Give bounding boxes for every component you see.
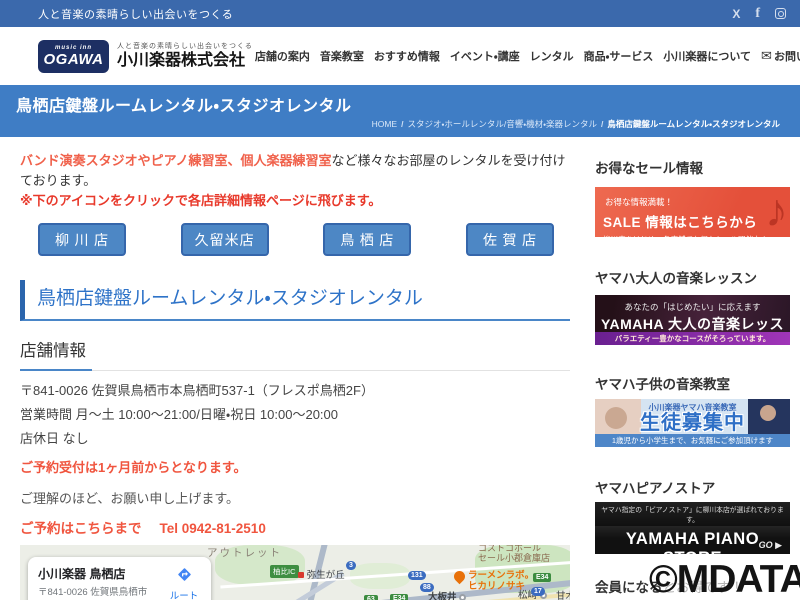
- page-title-bar: 鳥栖店鍵盤ルームレンタル・スタジオレンタル HOME スタジオ・ホールレンタル/…: [0, 85, 800, 137]
- store-address: 〒841-0026 佐賀県鳥栖市本鳥栖町537-1（フレスポ鳥栖2F）: [20, 383, 374, 398]
- tel-label: ご予約はこちらまで: [20, 521, 142, 536]
- route-shield-131: 131: [408, 571, 426, 580]
- map-label-oitai: 大板井: [428, 592, 467, 600]
- nav-rental[interactable]: レンタル: [528, 46, 576, 66]
- sidebar: お得なセール情報 ♪ お得な情報満載！ SALE 情報はこちらから 柳川店をはじ…: [595, 151, 790, 600]
- nav-events[interactable]: イベント・講座: [448, 46, 522, 66]
- x-twitter-icon[interactable]: X: [732, 8, 740, 20]
- kurume-store-button[interactable]: 久留米店: [180, 223, 269, 256]
- topbar: 人と音楽の素晴らしい出会いをつくる X f: [0, 0, 800, 27]
- store-info: 〒841-0026 佐賀県鳥栖市本鳥栖町537-1（フレスポ鳥栖2F） 営業時間…: [20, 379, 570, 451]
- company-tagline: 人と音楽の素晴らしい出会いをつくる: [117, 43, 253, 51]
- instagram-icon[interactable]: [775, 8, 786, 19]
- sale-banner-line2: SALE 情報はこちらから: [603, 215, 758, 230]
- main-nav: 店舗の案内 音楽教室 おすすめ情報 イベント・講座 レンタル 商品・サービス 小…: [253, 46, 800, 66]
- site-tagline: 人と音楽の素晴らしい出会いをつくる: [38, 8, 234, 21]
- piano-store-banner[interactable]: ヤマハ指定の「ピアノストア」に柳川本店が選ばれております。 YAMAHA PIA…: [595, 502, 790, 554]
- breadcrumb: HOME スタジオ・ホールレンタル/音響・機材・楽器レンタル 鳥栖店鍵盤ルームレ…: [372, 118, 780, 130]
- store-info-heading: 店舗情報: [20, 337, 570, 371]
- mail-icon: ✉: [761, 48, 772, 63]
- facebook-icon[interactable]: f: [755, 6, 760, 21]
- directions-icon: [177, 568, 191, 581]
- watermark: ©MDATA: [649, 558, 800, 600]
- sale-banner-line3: 柳川店をはじめ、各店舗でお得なセール開催中！: [603, 234, 782, 237]
- go-button[interactable]: GO ▶: [759, 540, 782, 551]
- site-header: music inn OGAWA 人と音楽の素晴らしい出会いをつくる 小川楽器株式…: [0, 27, 800, 85]
- adult-banner-line3: バラエティー豊かなコースがそろっています。: [595, 332, 790, 345]
- ogawa-logo[interactable]: music inn OGAWA: [38, 39, 109, 73]
- sidebar-heading-sale: お得なセール情報: [595, 161, 703, 176]
- store-buttons: 柳 川 店 久留米店 鳥 栖 店 佐 賀 店: [38, 223, 554, 256]
- section-title: 鳥栖店鍵盤ルームレンタル・スタジオレンタル: [20, 280, 570, 321]
- nav-contact[interactable]: ✉お問い合わせ: [759, 46, 800, 66]
- breadcrumb-category[interactable]: スタジオ・ホールレンタル/音響・機材・楽器レンタル: [407, 118, 597, 130]
- main-column: バンド演奏スタジオやピアノ練習室、個人楽器練習室など様々なお部屋のレンタルを受け…: [20, 151, 570, 600]
- store-hours: 営業時間 月～土 10:00～21:00/日曜・祝日 10:00～20:00: [20, 407, 338, 422]
- nav-store-guide[interactable]: 店舗の案内: [253, 46, 312, 66]
- tosu-store-button[interactable]: 鳥 栖 店: [323, 223, 412, 256]
- map-info-card: 小川楽器 鳥栖店 ルート 〒841-0026 佐賀県鳥栖市本鳥栖町５３７−１ 2…: [28, 557, 211, 600]
- nav-about[interactable]: 小川楽器について: [661, 46, 753, 66]
- kids-banner-line1: 小川楽器ヤマハ音楽教室: [648, 403, 737, 412]
- nav-recommended[interactable]: おすすめ情報: [372, 46, 442, 66]
- sidebar-heading-kids-school: ヤマハ子供の音楽教室: [595, 377, 730, 392]
- train-station-icon: [298, 572, 304, 578]
- yanagawa-store-button[interactable]: 柳 川 店: [38, 223, 126, 256]
- understanding-note: ご理解のほど、お願い申し上げます。: [20, 491, 240, 506]
- google-map-embed[interactable]: アウトレット 柚比IC 弥生が丘 コストコホール セール小郡倉庫店 ラーメンラボ。…: [20, 545, 570, 600]
- reservation-note: ご予約受付は1ヶ月前からとなります。: [20, 460, 247, 475]
- sale-banner-line1: お得な情報満載！: [605, 197, 674, 207]
- tel-line: ご予約はこちらまで Tel 0942-81-2510: [20, 517, 570, 537]
- company-block: 人と音楽の素晴らしい出会いをつくる 小川楽器株式会社: [117, 41, 253, 70]
- nav-products[interactable]: 商品・サービス: [582, 46, 656, 66]
- map-card-address: 〒841-0026 佐賀県鳥栖市本鳥栖町５３７−１ 2F フレスポ鳥栖: [38, 587, 148, 598]
- breadcrumb-current: 鳥栖店鍵盤ルームレンタル・スタジオレンタル: [607, 119, 780, 129]
- page: 人と音楽の素晴らしい出会いをつくる X f music inn OGAWA 人と…: [0, 0, 800, 600]
- route-shield-63: 63: [364, 595, 378, 600]
- map-label-costco: コストコホール セール小郡倉庫店: [478, 545, 551, 564]
- map-route-button[interactable]: ルート: [167, 567, 201, 600]
- page-title: 鳥栖店鍵盤ルームレンタル・スタジオレンタル: [16, 98, 352, 115]
- breadcrumb-separator: [401, 119, 403, 129]
- store-holiday: 店休日 なし: [20, 431, 89, 446]
- route-shield-e34: E34: [533, 573, 552, 582]
- route-shield-88: 88: [420, 583, 434, 592]
- kids-banner-line2: 生徒募集中: [640, 412, 745, 434]
- piano-banner-line1: ヤマハ指定の「ピアノストア」に柳川本店が選ばれております。: [595, 502, 790, 526]
- map-label-yayoigaoka: 弥生が丘: [298, 570, 345, 582]
- adult-banner-line1: あなたの「はじめたい」に応えます: [624, 302, 761, 312]
- sale-banner[interactable]: ♪ お得な情報満載！ SALE 情報はこちらから 柳川店をはじめ、各店舗でお得な…: [595, 187, 790, 237]
- sidebar-heading-adult-lessons: ヤマハ大人の音楽レッスン: [595, 271, 757, 286]
- sidebar-heading-piano-store: ヤマハピアノストア: [595, 481, 716, 496]
- map-route-label: ルート: [169, 591, 199, 600]
- kids-banner-line3: 1歳児から小学生まで、お気軽にご参加頂けます: [595, 434, 790, 447]
- content: バンド演奏スタジオやピアノ練習室、個人楽器練習室など様々なお部屋のレンタルを受け…: [0, 137, 800, 600]
- social-links: X f: [732, 6, 786, 21]
- logo-main-text: OGAWA: [43, 51, 104, 69]
- route-shield-e34: E34: [390, 594, 409, 600]
- route-shield-3: 3: [346, 561, 356, 570]
- route-shield-17: 17: [531, 587, 545, 596]
- map-label-outlet: アウトレット: [207, 547, 282, 559]
- music-note-icon: ♪: [765, 187, 788, 236]
- company-name: 小川楽器株式会社: [117, 52, 246, 70]
- saga-store-button[interactable]: 佐 賀 店: [465, 223, 554, 256]
- adult-lessons-banner[interactable]: あなたの「はじめたい」に応えます YAMAHA 大人の音楽レッスン バラエティー…: [595, 295, 790, 345]
- breadcrumb-home[interactable]: HOME: [372, 119, 398, 129]
- breadcrumb-separator: [601, 119, 603, 129]
- tel-number: Tel 0942-81-2510: [159, 521, 266, 536]
- nav-music-school[interactable]: 音楽教室: [318, 46, 366, 66]
- map-label-amagi: 甘木: [556, 591, 570, 600]
- train-station-icon: [459, 594, 467, 600]
- nav-contact-label: お問い合わせ: [773, 51, 800, 63]
- map-badge-tsubu-ic: 柚比IC: [270, 565, 299, 578]
- intro-note: ※下のアイコンをクリックで各店詳細情報ページに飛びます。: [20, 193, 382, 208]
- intro-text: バンド演奏スタジオやピアノ練習室、個人楽器練習室など様々なお部屋のレンタルを受け…: [20, 151, 570, 191]
- intro-highlight: バンド演奏スタジオやピアノ練習室、個人楽器練習室: [20, 153, 332, 168]
- kids-school-banner[interactable]: 小川楽器ヤマハ音楽教室 生徒募集中 1歳児から小学生まで、お気軽にご参加頂けます: [595, 399, 790, 447]
